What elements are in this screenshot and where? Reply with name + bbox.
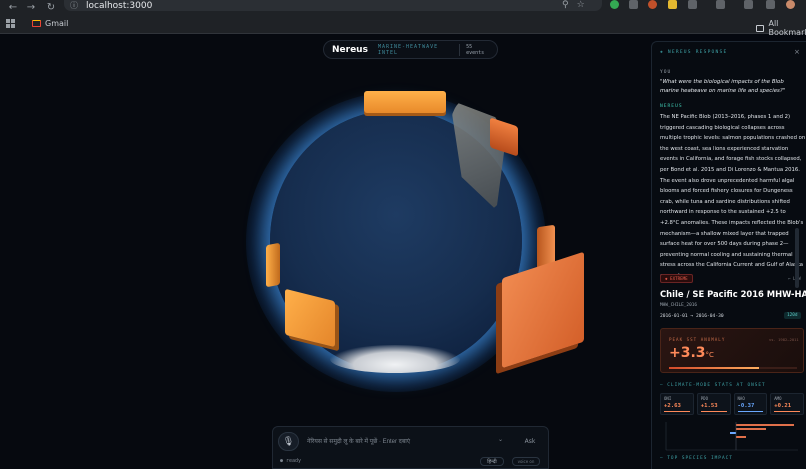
sst-anomaly-card: PEAK SST ANOMALY vs. 1982–2011 +3.3°C — [660, 328, 804, 373]
sst-value: +3.3°C — [669, 345, 714, 361]
chevron-down-icon[interactable]: ⌄ — [498, 436, 503, 443]
back-icon[interactable]: ← — [6, 0, 20, 14]
sst-unit: °C — [705, 351, 714, 359]
user-question: "What were the biological impacts of the… — [660, 79, 786, 94]
mode-name: AMO — [774, 396, 782, 401]
avatar[interactable] — [786, 0, 795, 9]
climate-mode-card: ONI +2.63 — [660, 393, 694, 415]
all-bookmarks[interactable]: All Bookmarks — [756, 19, 806, 37]
extension-icon[interactable] — [629, 0, 638, 9]
site-info-icon[interactable]: ⓘ — [70, 0, 78, 11]
mode-value: +1.53 — [700, 403, 718, 409]
ask-button[interactable]: Ask — [518, 434, 542, 448]
response-panel: ◈ NEREUS RESPONSE × YOU "What were the b… — [651, 41, 806, 469]
you-label: YOU — [660, 70, 672, 75]
species-header: — TOP SPECIES IMPACT — [660, 456, 733, 461]
event-dates: 2016-01-01 → 2016-04-30 — [660, 314, 724, 319]
bookmark-label: Gmail — [45, 19, 69, 28]
voice-toggle[interactable]: voice on — [512, 457, 540, 466]
app-subtitle: MARINE-HEATWAVE INTEL — [377, 43, 439, 56]
gmail-icon — [32, 20, 41, 27]
all-bookmarks-label: All Bookmarks — [768, 19, 806, 37]
panel-scrollbar[interactable] — [795, 228, 799, 288]
mode-value: +2.63 — [664, 403, 681, 409]
mode-name: PDO — [700, 396, 708, 401]
extension-icon[interactable] — [716, 0, 725, 9]
severity-badge: ◆ EXTREME — [660, 274, 693, 283]
nereus-label: NEREUS — [660, 104, 683, 109]
extension-icon[interactable] — [610, 0, 619, 9]
mini-bar — [736, 436, 746, 438]
zoom-icon[interactable]: ⚲ — [562, 0, 569, 10]
mode-value: -0.37 — [737, 403, 755, 409]
climate-mode-mini-chart — [665, 422, 798, 451]
bookmark-star-icon[interactable]: ☆ — [577, 0, 585, 10]
climate-mode-header: — CLIMATE-MODE STATS AT ONSET — [660, 383, 766, 388]
extension-icon[interactable] — [744, 0, 753, 9]
sst-label: PEAK SST ANOMALY — [669, 337, 726, 342]
event-title: Chile / SE Pacific 2016 MHW-HAB — [660, 289, 806, 299]
mode-name: NAO — [737, 396, 745, 401]
bookmarks-bar — [0, 14, 806, 34]
extension-icon[interactable] — [688, 0, 697, 9]
climate-mode-grid: ONI +2.63 PDO +1.53 NAO -0.37 AMO +0.21 — [660, 393, 804, 415]
nereus-answer: The NE Pacific Blob (2013–2016, phases 1… — [660, 114, 806, 279]
language-toggle[interactable]: हिन्दी — [480, 457, 504, 466]
sst-bar — [669, 367, 797, 369]
mode-divider — [664, 411, 690, 412]
bookmark-gmail[interactable]: Gmail — [32, 19, 68, 28]
heatwave-event-marker[interactable] — [266, 242, 280, 288]
mode-divider — [737, 411, 764, 412]
event-id: MHW_CHILE_2016 — [660, 303, 698, 308]
mode-divider — [774, 411, 800, 412]
panel-header: ◈ NEREUS RESPONSE — [660, 50, 728, 55]
event-duration-badge: 120d — [784, 312, 801, 319]
extension-icon[interactable] — [648, 0, 657, 9]
status-text: ● ready — [280, 458, 302, 464]
brand-name: Nereus — [332, 44, 368, 55]
heatwave-event-marker[interactable] — [364, 91, 446, 113]
climate-mode-card: AMO +0.21 — [770, 393, 804, 415]
climate-mode-card: NAO -0.37 — [733, 393, 768, 415]
mode-value: +0.21 — [774, 403, 792, 409]
events-count: 55 events — [459, 43, 489, 56]
app-title-pill: Nereus MARINE-HEATWAVE INTEL 55 events — [323, 40, 498, 59]
reload-icon[interactable]: ↻ — [44, 0, 58, 14]
climate-mode-card: PDO +1.53 — [696, 393, 731, 415]
sst-bar-fill — [669, 367, 759, 369]
mini-bar — [730, 432, 736, 434]
sst-number: +3.3 — [669, 345, 706, 361]
sst-baseline: vs. 1982–2011 — [769, 337, 799, 342]
address-bar[interactable]: ⓘ localhost:3000 — [64, 0, 602, 11]
close-icon[interactable]: × — [794, 48, 800, 56]
forward-icon[interactable]: → — [24, 0, 38, 14]
url-text: localhost:3000 — [86, 0, 153, 11]
download-icon[interactable] — [766, 0, 775, 9]
mode-name: ONI — [664, 396, 672, 401]
ask-input[interactable] — [307, 434, 507, 449]
mode-divider — [700, 411, 727, 412]
folder-icon — [756, 24, 765, 32]
microphone-icon[interactable]: 🎙 — [278, 432, 299, 451]
mini-bar — [736, 424, 794, 426]
mini-bar — [736, 428, 766, 430]
extension-icon[interactable] — [668, 0, 677, 9]
apps-grid-icon[interactable] — [6, 19, 15, 28]
antarctica-ice — [330, 345, 460, 373]
